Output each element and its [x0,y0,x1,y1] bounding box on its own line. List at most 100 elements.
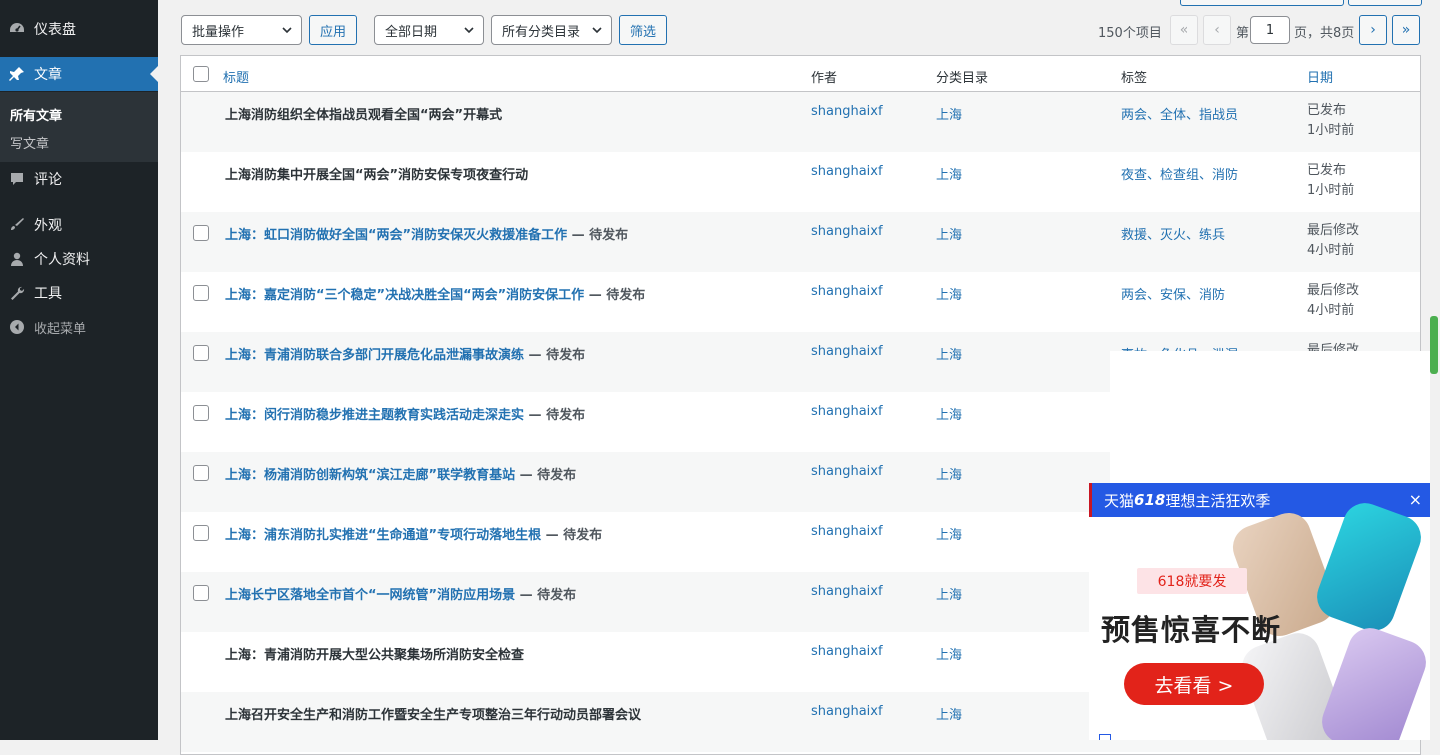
post-date-status: 已发布 [1307,103,1347,118]
phone-cyan-image [1310,496,1428,638]
column-date[interactable]: 日期 [1307,67,1333,86]
ad-pill: 618就要发 [1137,568,1247,594]
last-page-button[interactable]: » [1392,15,1420,45]
post-tags[interactable]: 夜查、检查组、消防 [1121,164,1238,183]
row-checkbox[interactable] [193,285,209,301]
date-filter-select[interactable]: 全部日期 [374,15,484,45]
menu-profile[interactable]: 个人资料 [0,242,158,276]
post-tags[interactable]: 救援、灭火、练兵 [1121,224,1225,243]
category-filter-select[interactable]: 所有分类目录 [491,15,612,45]
row-checkbox[interactable] [193,525,209,541]
close-icon[interactable]: × [1409,490,1422,509]
ad-popup[interactable]: 天猫 618 理想主活狂欢季 × 618就要发 预售惊喜不断 去看看 > [1089,483,1430,740]
post-category-link[interactable]: 上海 [936,224,962,243]
select-all-checkbox[interactable] [193,66,209,82]
ad-checkbox[interactable] [1099,734,1111,740]
post-tags[interactable]: 两会、全体、指战员 [1121,104,1238,123]
post-title-cell: 上海：虹口消防做好全国“两会”消防安保灭火救援准备工作 — 待发布 [225,224,628,243]
submenu-new-post[interactable]: 写文章 [10,133,49,152]
post-title-link[interactable]: 上海消防集中开展全国“两会”消防安保专项夜查行动 [225,168,528,183]
post-category-link[interactable]: 上海 [936,404,962,423]
scrollbar-thumb[interactable] [1430,316,1438,374]
apply-button[interactable]: 应用 [309,15,357,45]
post-category-link[interactable]: 上海 [936,344,962,363]
menu-appearance-label: 外观 [34,218,62,234]
post-author-link[interactable]: shanghaixf [811,644,883,659]
post-author-link[interactable]: shanghaixf [811,404,883,419]
post-author-link[interactable]: shanghaixf [811,344,883,359]
menu-dashboard[interactable]: 仪表盘 [0,12,158,46]
post-category-link[interactable]: 上海 [936,524,962,543]
search-button-partial[interactable] [1348,0,1422,6]
submenu-all-posts[interactable]: 所有文章 [10,105,62,124]
ad-title-prefix: 天猫 [1104,491,1135,510]
menu-appearance[interactable]: 外观 [0,208,158,242]
table-row: 上海消防集中开展全国“两会”消防安保专项夜查行动 shanghaixf 上海 夜查、检… [181,152,1420,212]
current-page-input[interactable] [1250,16,1290,44]
filter-button[interactable]: 筛选 [619,15,667,45]
post-category-link[interactable]: 上海 [936,284,962,303]
post-category-link[interactable]: 上海 [936,104,962,123]
post-date-status: 已发布 [1307,163,1347,178]
admin-sidebar: 仪表盘 文章 所有文章 写文章 评论 外观 个人资料 工具 收起菜单 [0,0,158,740]
post-author-link[interactable]: shanghaixf [811,464,883,479]
post-category-link[interactable]: 上海 [936,464,962,483]
post-state: — 待发布 [567,228,629,243]
post-title-link[interactable]: 上海：杨浦消防创新构筑“滨江走廊”联学教育基站 [225,468,515,483]
menu-tools[interactable]: 工具 [0,276,158,310]
post-title-cell: 上海：青浦消防联合多部门开展危化品泄漏事故演练 — 待发布 [225,344,585,363]
chevron-down-icon [592,27,602,34]
post-author-link[interactable]: shanghaixf [811,104,883,119]
date-filter-value: 全部日期 [385,24,438,40]
row-checkbox[interactable] [193,465,209,481]
post-title-link[interactable]: 上海消防组织全体指战员观看全国“两会”开幕式 [225,108,502,123]
row-checkbox[interactable] [193,585,209,601]
post-date: 最后修改 4小时前 [1307,281,1359,321]
search-input-partial[interactable] [1180,0,1344,6]
post-title-link[interactable]: 上海：闵行消防稳步推进主题教育实践活动走深走实 [225,408,524,423]
table-row: 上海：嘉定消防“三个稳定”决战决胜全国“两会”消防安保工作 — 待发布 shang… [181,272,1420,332]
post-title-cell: 上海：杨浦消防创新构筑“滨江走廊”联学教育基站 — 待发布 [225,464,576,483]
post-date-time: 1小时前 [1307,123,1355,138]
post-author-link[interactable]: shanghaixf [811,704,883,719]
post-title-link[interactable]: 上海：浦东消防扎实推进“生命通道”专项行动落地生根 [225,528,541,543]
row-checkbox[interactable] [193,345,209,361]
first-page-button: « [1170,15,1198,45]
post-state: — 待发布 [524,408,586,423]
collapse-menu-button[interactable]: 收起菜单 [0,310,158,344]
column-tags: 标签 [1121,71,1148,86]
menu-comments[interactable]: 评论 [0,162,158,196]
post-category-link[interactable]: 上海 [936,584,962,603]
post-title-link[interactable]: 上海召开安全生产和消防工作暨安全生产专项整治三年行动动员部署会议 [225,708,641,723]
post-title-link[interactable]: 上海：青浦消防联合多部门开展危化品泄漏事故演练 [225,348,524,363]
row-checkbox[interactable] [193,225,209,241]
menu-dashboard-label: 仪表盘 [34,22,76,38]
bulk-action-select[interactable]: 批量操作 [181,15,302,45]
post-tags[interactable]: 两会、安保、消防 [1121,284,1225,303]
post-author-link[interactable]: shanghaixf [811,524,883,539]
ad-body[interactable]: 618就要发 预售惊喜不断 去看看 > [1089,496,1430,740]
ad-cta-button[interactable]: 去看看 > [1124,663,1264,705]
post-author-link[interactable]: shanghaixf [811,224,883,239]
ad-title-618: 618 [1134,491,1166,509]
post-title-link[interactable]: 上海：嘉定消防“三个稳定”决战决胜全国“两会”消防安保工作 [225,288,584,303]
post-title-link[interactable]: 上海长宁区落地全市首个“一网统管”消防应用场景 [225,588,515,603]
post-category-link[interactable]: 上海 [936,644,962,663]
menu-posts[interactable]: 文章 [0,57,158,91]
menu-comments-label: 评论 [34,172,62,188]
post-author-link[interactable]: shanghaixf [811,584,883,599]
post-author-link[interactable]: shanghaixf [811,284,883,299]
category-filter-value: 所有分类目录 [502,24,581,40]
post-title-link[interactable]: 上海：虹口消防做好全国“两会”消防安保灭火救援准备工作 [225,228,567,243]
post-category-link[interactable]: 上海 [936,704,962,723]
row-checkbox[interactable] [193,405,209,421]
column-title[interactable]: 标题 [223,67,249,86]
post-title-cell: 上海：青浦消防开展大型公共聚集场所消防安全检查 [225,644,524,663]
collapse-arrow-icon [7,317,27,337]
ad-title-suffix: 理想主活狂欢季 [1165,491,1271,510]
next-page-button[interactable]: › [1359,15,1387,45]
post-category-link[interactable]: 上海 [936,164,962,183]
collapse-menu-label: 收起菜单 [34,321,87,337]
post-author-link[interactable]: shanghaixf [811,164,883,179]
post-title-link[interactable]: 上海：青浦消防开展大型公共聚集场所消防安全检查 [225,648,524,663]
